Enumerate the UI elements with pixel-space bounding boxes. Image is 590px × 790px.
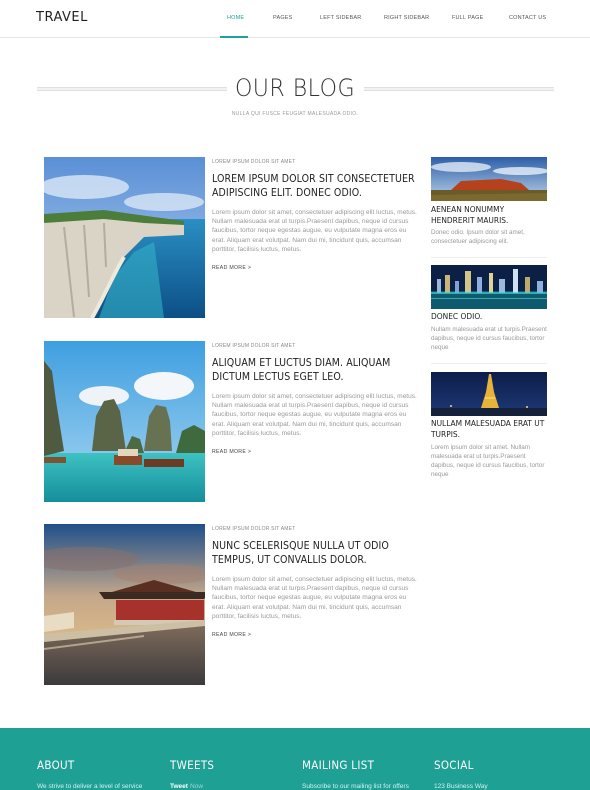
blog-post: LOREM IPSUM DOLOR SIT AMET NUNC SCELERIS… xyxy=(44,524,419,686)
post-title[interactable]: LOREM IPSUM DOLOR SIT CONSECTETUER ADIPI… xyxy=(212,173,417,200)
sidebar-post-title[interactable]: AENEAN NONUMMY HENDRERIT MAURIS. xyxy=(431,204,547,225)
nav-full-page[interactable]: FULL PAGE xyxy=(452,15,483,21)
nav-right-sidebar[interactable]: RIGHT SIDEBAR xyxy=(384,15,429,21)
post-title[interactable]: NUNC SCELERISQUE NULLA UT ODIO TEMPUS, U… xyxy=(212,540,417,567)
sidebar-image-eiffel[interactable] xyxy=(431,372,547,416)
read-more-link[interactable]: READ MORE > xyxy=(212,632,251,638)
footer-mailing-heading: MAILING LIST xyxy=(302,758,375,772)
nav-contact-us[interactable]: CONTACT US xyxy=(509,15,546,21)
footer-tweet: Tweet Now xyxy=(170,783,203,790)
blog-post: LOREM IPSUM DOLOR SIT AMET LOREM IPSUM D… xyxy=(44,157,419,319)
footer-mailing-text: Subscribe to our mailing list for offers xyxy=(302,783,409,790)
post-excerpt: Lorem ipsum dolor sit amet, consectetuer… xyxy=(212,393,417,437)
footer-tweets-heading: TWEETS xyxy=(170,758,215,772)
post-excerpt: Lorem ipsum dolor sit amet, consectetuer… xyxy=(212,576,417,620)
site-footer: ABOUT We strive to deliver a level of se… xyxy=(0,728,590,790)
page-title: OUR BLOG xyxy=(234,74,356,102)
sidebar-image-skyline[interactable] xyxy=(431,265,547,309)
post-meta: LOREM IPSUM DOLOR SIT AMET xyxy=(212,159,296,165)
tweet-handle[interactable]: Tweet xyxy=(170,783,188,790)
sidebar-post-title[interactable]: DONEC ODIO. xyxy=(431,311,547,322)
sidebar-image-monolith[interactable] xyxy=(431,157,547,201)
sidebar-post-title[interactable]: NULLAM MALESUADA ERAT UT TURPIS. xyxy=(431,418,547,439)
sidebar-post-excerpt: Donec odio. Ipsum dolor sit amet, consec… xyxy=(431,229,525,245)
sidebar-divider xyxy=(431,363,547,364)
tweet-time: Now xyxy=(189,783,203,790)
sidebar-post-excerpt: Nullam malesuada erat ut turpis.Praesent… xyxy=(431,326,547,351)
read-more-link[interactable]: READ MORE > xyxy=(212,449,251,455)
title-divider-left xyxy=(37,87,227,91)
post-meta: LOREM IPSUM DOLOR SIT AMET xyxy=(212,526,296,532)
nav-pages[interactable]: PAGES xyxy=(273,15,293,21)
nav-left-sidebar[interactable]: LEFT SIDEBAR xyxy=(320,15,361,21)
footer-about-heading: ABOUT xyxy=(37,758,75,772)
main-nav: HOME PAGES LEFT SIDEBAR RIGHT SIDEBAR FU… xyxy=(0,0,590,38)
footer-about-text: We strive to deliver a level of service xyxy=(37,783,143,790)
post-image-palace[interactable] xyxy=(44,524,205,685)
post-title[interactable]: ALIQUAM ET LUCTUS DIAM. ALIQUAM DICTUM L… xyxy=(212,357,417,384)
blog-post: LOREM IPSUM DOLOR SIT AMET ALIQUAM ET LU… xyxy=(44,341,419,503)
sidebar-divider xyxy=(431,257,547,258)
read-more-link[interactable]: READ MORE > xyxy=(212,265,251,271)
nav-home[interactable]: HOME xyxy=(227,15,244,21)
nav-active-indicator xyxy=(220,36,248,38)
title-divider-right xyxy=(364,87,554,91)
footer-social-heading: SOCIAL xyxy=(434,758,474,772)
post-image-karsts[interactable] xyxy=(44,341,205,502)
site-header: TRAVEL HOME PAGES LEFT SIDEBAR RIGHT SID… xyxy=(0,0,590,38)
post-excerpt: Lorem ipsum dolor sit amet, consectetuer… xyxy=(212,209,417,253)
footer-social-text: 123 Business Way xyxy=(434,783,488,790)
post-image-cliffs[interactable] xyxy=(44,157,205,318)
post-meta: LOREM IPSUM DOLOR SIT AMET xyxy=(212,343,296,349)
sidebar-post-excerpt: Lorem ipsum dolor sit amet. Nullam males… xyxy=(431,444,545,478)
page-subtitle: NULLA QUI FUSCE FEUGIAT MALESUADA ODIO. xyxy=(231,111,359,117)
